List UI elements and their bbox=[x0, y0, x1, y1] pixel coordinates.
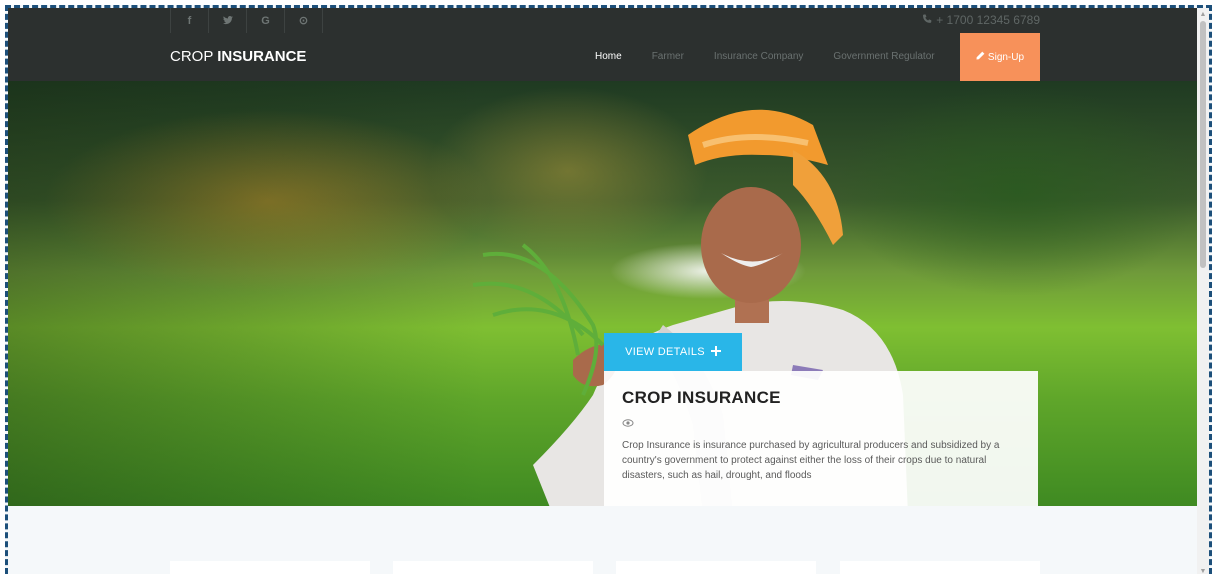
phone-icon bbox=[922, 8, 932, 33]
twitter-icon[interactable] bbox=[208, 8, 246, 33]
nav-menu: Home Farmer Insurance Company Government… bbox=[580, 33, 950, 81]
social-links: f G ⊙ bbox=[170, 8, 323, 33]
scroll-up-arrow-icon[interactable]: ▲ bbox=[1197, 8, 1209, 20]
nav-item-farmer[interactable]: Farmer bbox=[637, 33, 699, 81]
twitter-bird-glyph bbox=[222, 16, 233, 25]
phone-number: + 1700 12345 6789 bbox=[922, 8, 1040, 33]
feature-card bbox=[616, 561, 816, 574]
brand-bold-text: INSURANCE bbox=[217, 48, 307, 65]
nav-item-insurance-company[interactable]: Insurance Company bbox=[699, 33, 819, 81]
brand-light-text: CROP bbox=[170, 48, 214, 65]
plus-icon bbox=[710, 345, 721, 359]
feature-card bbox=[840, 561, 1040, 574]
browser-viewport: f G ⊙ + 1700 12345 6789 CROP INSURANCE H… bbox=[5, 5, 1212, 574]
page-scrollbar[interactable]: ▲ ▼ bbox=[1197, 8, 1209, 574]
hero-card-description: Crop Insurance is insurance purchased by… bbox=[622, 440, 1000, 481]
phone-text: + 1700 12345 6789 bbox=[936, 13, 1040, 27]
main-navbar: CROP INSURANCE Home Farmer Insurance Com… bbox=[8, 33, 1203, 81]
signup-label: Sign-Up bbox=[987, 51, 1025, 63]
scroll-down-arrow-icon[interactable]: ▼ bbox=[1197, 565, 1209, 574]
hero-banner: VIEW DETAILS CROP INSURANCE Crop Insuran… bbox=[8, 81, 1203, 506]
site-brand[interactable]: CROP INSURANCE bbox=[170, 33, 306, 81]
features-section bbox=[8, 506, 1203, 574]
scrollbar-thumb[interactable] bbox=[1200, 21, 1206, 268]
top-bar: f G ⊙ + 1700 12345 6789 bbox=[8, 8, 1203, 34]
google-icon[interactable]: G bbox=[246, 8, 284, 33]
view-details-button[interactable]: VIEW DETAILS bbox=[604, 333, 742, 371]
nav-item-home[interactable]: Home bbox=[580, 33, 637, 81]
hero-card-title: CROP INSURANCE bbox=[622, 388, 781, 407]
feature-card bbox=[393, 561, 593, 574]
hero-info-card: CROP INSURANCE Crop Insurance is insuran… bbox=[604, 371, 1038, 506]
pinterest-icon[interactable]: ⊙ bbox=[284, 8, 323, 33]
facebook-icon[interactable]: f bbox=[170, 8, 208, 33]
nav-item-government-regulator[interactable]: Government Regulator bbox=[818, 33, 949, 81]
view-details-label: VIEW DETAILS bbox=[625, 346, 705, 358]
feature-card bbox=[170, 561, 370, 574]
eye-icon bbox=[622, 418, 1020, 432]
pencil-icon bbox=[976, 51, 985, 63]
signup-button[interactable]: Sign-Up bbox=[960, 33, 1040, 81]
